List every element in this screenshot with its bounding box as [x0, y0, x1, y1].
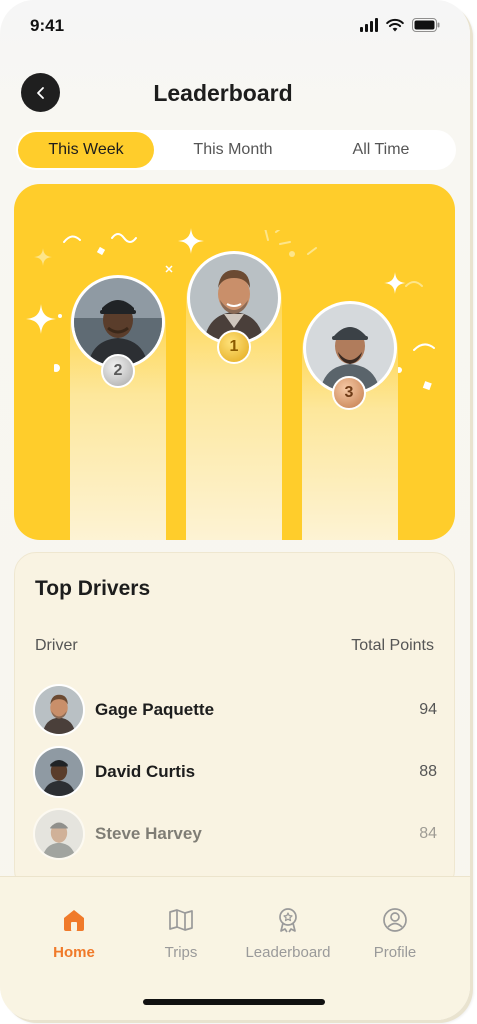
sparkle-icon — [34, 248, 52, 266]
nav-label: Home — [53, 944, 95, 961]
nav-label: Leaderboard — [245, 944, 331, 961]
driver-points: 88 — [419, 763, 437, 780]
nav-label: Trips — [164, 944, 198, 961]
column-header-driver: Driver — [35, 637, 78, 654]
page-title: Leaderboard — [153, 80, 293, 106]
home-icon — [64, 910, 84, 931]
rank-badge-first: 1 — [217, 330, 251, 364]
status-time: 9:41 — [30, 16, 65, 35]
rank-badge-second: 2 — [101, 354, 135, 388]
nav-item-profile[interactable]: Profile — [350, 907, 440, 961]
status-bar: 9:41 — [0, 14, 470, 38]
avatar — [33, 746, 85, 798]
driver-row[interactable]: Gage Paquette 94 — [33, 683, 437, 737]
nav-item-leaderboard[interactable]: Leaderboard — [243, 907, 333, 961]
award-icon — [279, 908, 297, 933]
phone-screen: 9:41 Leaderboard This Week This Month Al… — [0, 0, 470, 1020]
nav-label: Profile — [373, 944, 417, 961]
tab-this-month[interactable]: This Month — [154, 132, 312, 168]
driver-points: 84 — [419, 825, 437, 842]
driver-row[interactable]: David Curtis 88 — [33, 745, 437, 799]
nav-item-trips[interactable]: Trips — [136, 907, 226, 961]
driver-row[interactable]: Steve Harvey 84 — [33, 807, 437, 861]
driver-photo — [74, 278, 162, 366]
tab-this-week[interactable]: This Week — [18, 132, 154, 168]
status-icons — [360, 18, 440, 32]
rank-badge-third: 3 — [332, 376, 366, 410]
home-indicator[interactable] — [143, 999, 325, 1005]
user-icon — [383, 908, 407, 932]
battery-icon — [412, 18, 440, 32]
wifi-icon — [386, 18, 404, 32]
driver-name: Gage Paquette — [95, 700, 215, 719]
top-drivers-title: Top Drivers — [35, 577, 151, 600]
driver-name: Steve Harvey — [95, 824, 202, 843]
period-tabs: This Week This Month All Time — [16, 130, 456, 170]
tab-all-time[interactable]: All Time — [312, 132, 450, 168]
driver-points: 94 — [419, 701, 437, 718]
driver-name: David Curtis — [95, 762, 196, 781]
cellular-signal-icon — [360, 18, 378, 32]
top-drivers-card: Top Drivers Driver Total Points Gage Paq… — [14, 552, 455, 892]
nav-item-home[interactable]: Home — [29, 907, 119, 961]
column-header-points: Total Points — [351, 637, 434, 654]
avatar — [33, 684, 85, 736]
avatar — [33, 808, 85, 860]
driver-photo — [190, 254, 278, 342]
sparkle-icon — [26, 304, 56, 334]
podium: 2 1 3 — [14, 184, 455, 540]
map-icon — [169, 909, 193, 931]
